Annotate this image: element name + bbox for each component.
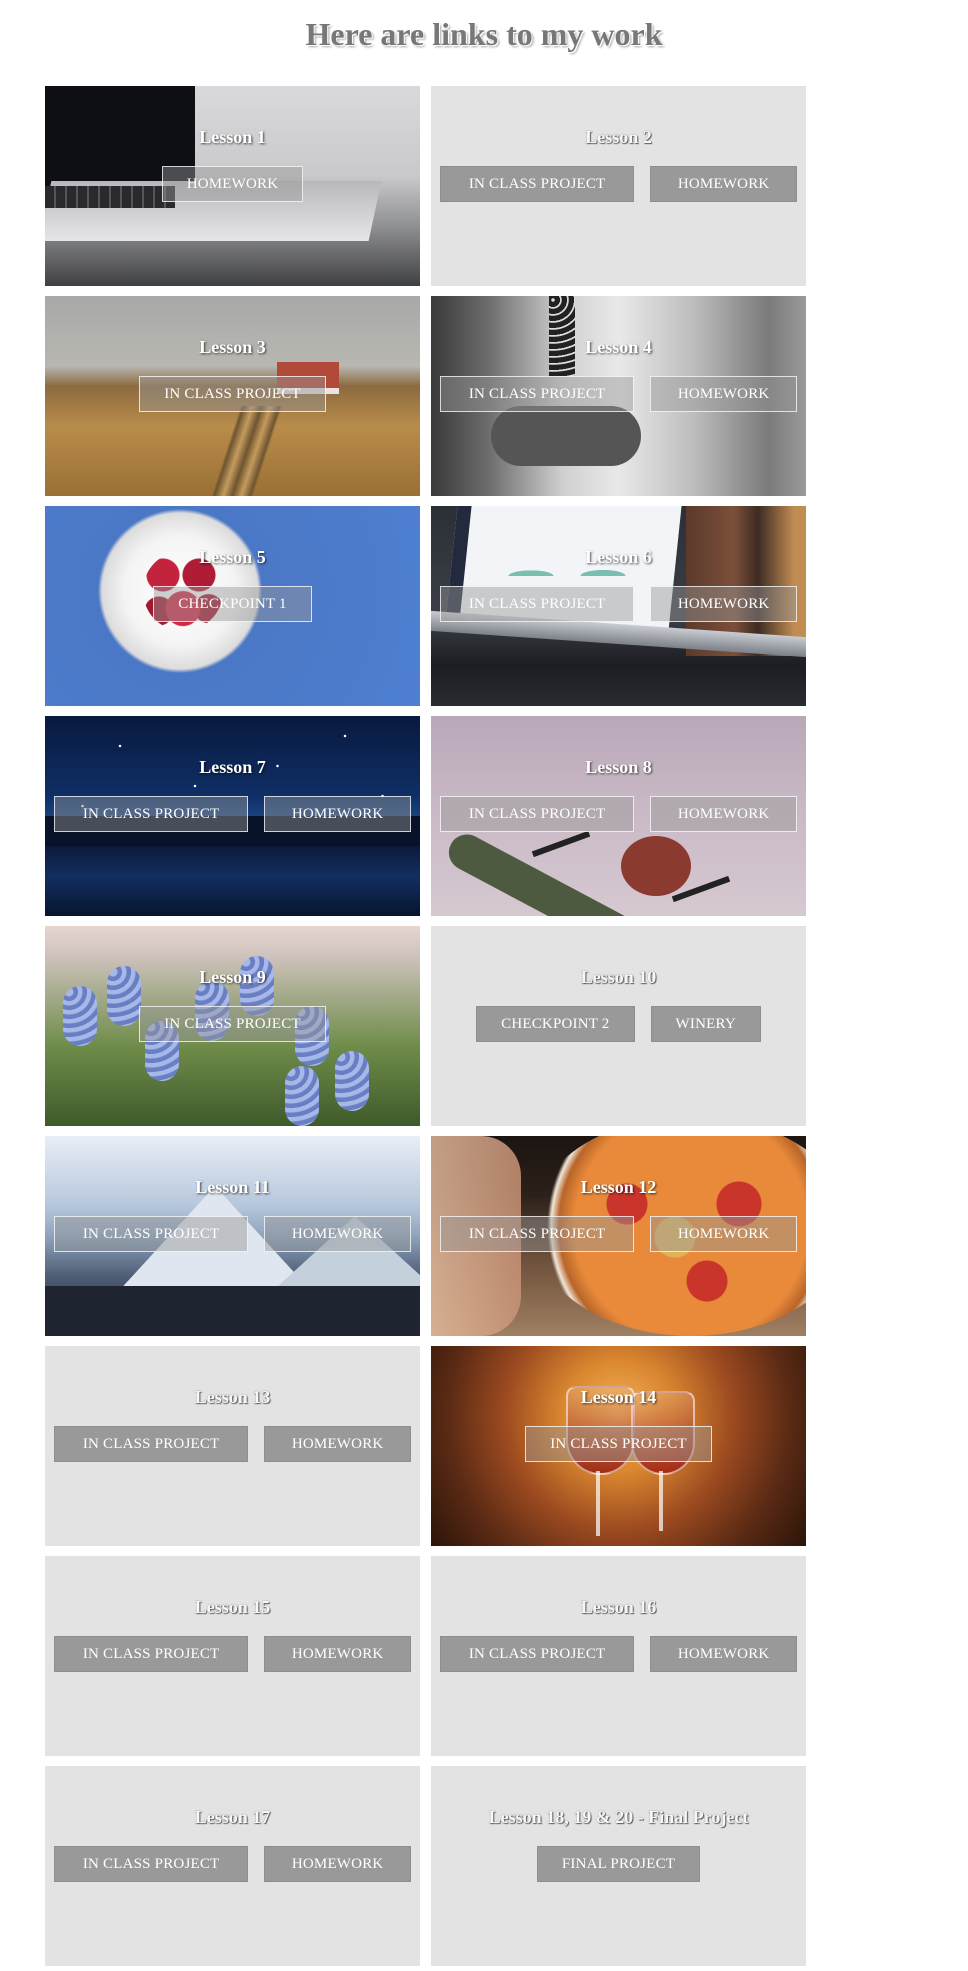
- in-class-project-button[interactable]: IN CLASS PROJECT: [54, 1426, 249, 1462]
- lesson-title: Lesson 4: [585, 337, 652, 357]
- lesson-card-final-project: Lesson 18, 19 & 20 - Final Project FINAL…: [431, 1766, 806, 1966]
- homework-button[interactable]: HOMEWORK: [650, 586, 797, 622]
- lesson-card-10: Lesson 10 CHECKPOINT 2 WINERY: [431, 926, 806, 1126]
- checkpoint-2-button[interactable]: CHECKPOINT 2: [476, 1006, 635, 1042]
- homework-button[interactable]: HOMEWORK: [650, 1636, 797, 1672]
- lesson-title: Lesson 7: [199, 757, 266, 777]
- lesson-card-11: Lesson 11 IN CLASS PROJECT HOMEWORK: [45, 1136, 420, 1336]
- homework-button[interactable]: HOMEWORK: [650, 166, 797, 202]
- in-class-project-button[interactable]: IN CLASS PROJECT: [139, 1006, 326, 1042]
- in-class-project-button[interactable]: IN CLASS PROJECT: [54, 1636, 249, 1672]
- lesson-title: Lesson 1: [199, 127, 266, 147]
- homework-button[interactable]: HOMEWORK: [650, 376, 797, 412]
- lesson-title: Lesson 2: [585, 127, 652, 147]
- lesson-title: Lesson 17: [194, 1807, 271, 1827]
- in-class-project-button[interactable]: IN CLASS PROJECT: [440, 1216, 635, 1252]
- lesson-card-15: Lesson 15 IN CLASS PROJECT HOMEWORK: [45, 1556, 420, 1756]
- in-class-project-button[interactable]: IN CLASS PROJECT: [54, 1216, 249, 1252]
- lesson-title: Lesson 3: [199, 337, 266, 357]
- lesson-title: Lesson 12: [580, 1177, 657, 1197]
- homework-button[interactable]: HOMEWORK: [264, 1426, 411, 1462]
- lesson-title: Lesson 11: [195, 1177, 270, 1197]
- page-title: Here are links to my work: [305, 16, 663, 52]
- lesson-card-14: Lesson 14 IN CLASS PROJECT: [431, 1346, 806, 1546]
- lesson-card-5: Lesson 5 CHECKPOINT 1: [45, 506, 420, 706]
- in-class-project-button[interactable]: IN CLASS PROJECT: [139, 376, 326, 412]
- in-class-project-button[interactable]: IN CLASS PROJECT: [440, 586, 635, 622]
- in-class-project-button[interactable]: IN CLASS PROJECT: [525, 1426, 712, 1462]
- in-class-project-button[interactable]: IN CLASS PROJECT: [440, 796, 635, 832]
- lesson-card-7: Lesson 7 IN CLASS PROJECT HOMEWORK: [45, 716, 420, 916]
- lesson-card-13: Lesson 13 IN CLASS PROJECT HOMEWORK: [45, 1346, 420, 1546]
- lesson-title: Lesson 9: [199, 967, 266, 987]
- in-class-project-button[interactable]: IN CLASS PROJECT: [440, 166, 635, 202]
- homework-button[interactable]: HOMEWORK: [264, 1846, 411, 1882]
- lesson-card-2: Lesson 2 IN CLASS PROJECT HOMEWORK: [431, 86, 806, 286]
- lesson-card-6: Lesson 6 IN CLASS PROJECT HOMEWORK: [431, 506, 806, 706]
- lessons-grid: Lesson 1 HOMEWORK Lesson 2 IN CLASS PROJ…: [45, 86, 806, 1966]
- homework-button[interactable]: HOMEWORK: [264, 1216, 411, 1252]
- lesson-card-1: Lesson 1 HOMEWORK: [45, 86, 420, 286]
- lesson-title: Lesson 8: [585, 757, 652, 777]
- lesson-card-9: Lesson 9 IN CLASS PROJECT: [45, 926, 420, 1126]
- lesson-card-12: Lesson 12 IN CLASS PROJECT HOMEWORK: [431, 1136, 806, 1336]
- lesson-title: Lesson 13: [194, 1387, 271, 1407]
- final-project-button[interactable]: FINAL PROJECT: [536, 1846, 701, 1882]
- lesson-card-4: Lesson 4 IN CLASS PROJECT HOMEWORK: [431, 296, 806, 496]
- lesson-title: Lesson 14: [580, 1387, 657, 1407]
- homework-button[interactable]: HOMEWORK: [161, 166, 304, 202]
- lesson-title: Lesson 6: [585, 547, 652, 567]
- in-class-project-button[interactable]: IN CLASS PROJECT: [440, 376, 635, 412]
- lesson-card-8: Lesson 8 IN CLASS PROJECT HOMEWORK: [431, 716, 806, 916]
- lesson-title: Lesson 16: [580, 1597, 657, 1617]
- homework-button[interactable]: HOMEWORK: [264, 796, 411, 832]
- in-class-project-button[interactable]: IN CLASS PROJECT: [54, 1846, 249, 1882]
- lesson-card-17: Lesson 17 IN CLASS PROJECT HOMEWORK: [45, 1766, 420, 1966]
- in-class-project-button[interactable]: IN CLASS PROJECT: [54, 796, 249, 832]
- lesson-title: Lesson 5: [199, 547, 266, 567]
- lesson-title: Lesson 15: [194, 1597, 271, 1617]
- homework-button[interactable]: HOMEWORK: [264, 1636, 411, 1672]
- lesson-card-16: Lesson 16 IN CLASS PROJECT HOMEWORK: [431, 1556, 806, 1756]
- homework-button[interactable]: HOMEWORK: [650, 796, 797, 832]
- homework-button[interactable]: HOMEWORK: [650, 1216, 797, 1252]
- lesson-title: Lesson 18, 19 & 20 - Final Project: [488, 1807, 749, 1827]
- winery-button[interactable]: WINERY: [650, 1006, 761, 1042]
- in-class-project-button[interactable]: IN CLASS PROJECT: [440, 1636, 635, 1672]
- lesson-title: Lesson 10: [580, 967, 657, 987]
- checkpoint-1-button[interactable]: CHECKPOINT 1: [153, 586, 312, 622]
- lesson-card-3: Lesson 3 IN CLASS PROJECT: [45, 296, 420, 496]
